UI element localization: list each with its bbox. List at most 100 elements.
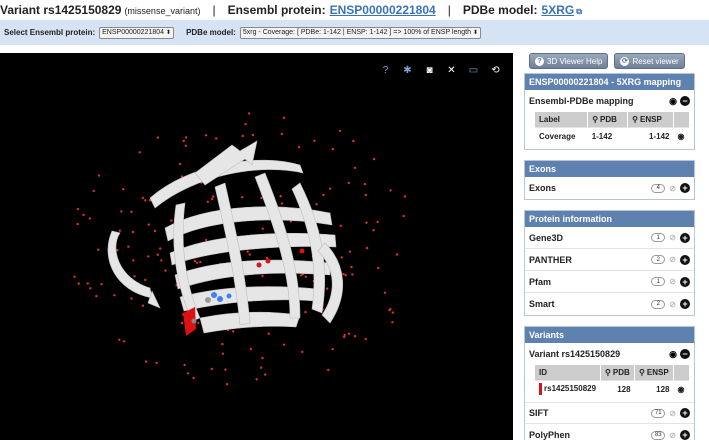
water-dot [89, 287, 92, 290]
select-arrows-icon: ⬍ [473, 30, 479, 36]
pin-icon: ⚲ [605, 367, 611, 377]
collapse-icon[interactable]: − [680, 96, 690, 106]
exons-row: Exons 4 ⊘ + [525, 177, 694, 199]
water-dot [197, 321, 200, 325]
water-dot [351, 273, 354, 276]
water-dot [301, 350, 304, 354]
water-dot [131, 230, 135, 234]
water-dot [113, 294, 116, 297]
water-dot [313, 139, 316, 142]
protein-row-smart: Smart 2 ⊘ + [525, 293, 694, 315]
smart-count: 2 [651, 299, 666, 309]
coverage-ensp: 1-142 [627, 126, 674, 145]
water-dot [130, 210, 133, 213]
water-dot [328, 187, 332, 190]
ensembl-protein-link[interactable]: ENSP00000221804 [330, 3, 436, 17]
variant-pdb: 128 [600, 379, 635, 398]
mapping-title: ENSP00000221804 - 5XRG mapping [525, 74, 694, 90]
eye-icon[interactable]: ◉ [673, 126, 690, 145]
sift-row: SIFT 71 ⊘ + [525, 402, 694, 424]
select-arrows-icon: ⬍ [166, 30, 172, 36]
water-dot [195, 261, 199, 264]
water-dot [132, 259, 135, 262]
polyphen-count: 83 [651, 430, 666, 440]
water-dot [255, 378, 258, 381]
eye-slash-icon[interactable]: ⊘ [669, 431, 676, 440]
expand-icon[interactable]: + [680, 254, 690, 265]
ensembl-protein: Ensembl protein: ENSP00000221804 [228, 3, 436, 17]
water-dot [159, 247, 162, 250]
variant-label: Variant rs1425150829 [0, 3, 122, 17]
model-select-label: PDBe model: [186, 28, 236, 37]
water-dot [156, 136, 159, 139]
pdbe-model-link[interactable]: 5XRG [542, 3, 575, 17]
variant-color-marker [539, 383, 542, 396]
expand-icon[interactable]: + [680, 408, 690, 418]
sift-count: 71 [651, 408, 666, 418]
protein-row-panther: PANTHER 2 ⊘ + [525, 249, 694, 271]
water-dot [347, 181, 350, 185]
water-dot [141, 304, 145, 307]
selector-bar: Select Ensembl protein: ENSP00000221804 … [0, 20, 709, 45]
water-dot [261, 274, 264, 278]
water-dot [138, 151, 141, 154]
expand-icon[interactable]: + [680, 232, 690, 243]
water-dot [141, 196, 144, 200]
collapse-icon[interactable]: − [680, 349, 690, 359]
eye-slash-icon[interactable]: ⊘ [669, 277, 676, 286]
eye-slash-icon[interactable]: ⊘ [669, 255, 676, 264]
water-dot [221, 352, 225, 355]
water-dot [144, 278, 147, 282]
eye-slash-icon[interactable]: ⊘ [669, 300, 676, 309]
expand-icon[interactable]: + [680, 430, 690, 440]
viewer-help-button[interactable]: ? 3D Viewer Help [529, 53, 609, 69]
water-dot [389, 189, 392, 192]
col-ensp: ⚲ ENSP [634, 365, 674, 380]
expand-icon[interactable]: + [680, 276, 690, 287]
exons-label: Exons [529, 183, 557, 193]
water-dot [193, 259, 197, 263]
water-dot [82, 213, 85, 217]
refresh-icon: ⟳ [620, 56, 630, 66]
model-select[interactable]: 5xrg - Coverage: [ PDBe: 1-142 | ENSP: 1… [239, 26, 482, 39]
page-header: Variant rs1425150829 (missense_variant) … [0, 0, 709, 20]
table-row: Coverage 1-142 1-142 ◉ [535, 126, 690, 145]
water-dot [331, 147, 335, 151]
water-dot [95, 294, 98, 298]
protein-select[interactable]: ENSP00000221804 ⬍ [99, 26, 175, 39]
eye-icon[interactable]: ◉ [669, 96, 677, 107]
eye-slash-icon[interactable]: ⊘ [669, 184, 676, 193]
water-dot [260, 366, 263, 369]
water-dot [178, 162, 182, 166]
water-dot [353, 335, 357, 338]
water-dot [210, 367, 213, 371]
water-dot [395, 253, 399, 256]
water-dot [364, 193, 367, 197]
3d-viewer[interactable]: ? ✱ ◙ ✕ ▭ ⟲ [0, 53, 513, 440]
expand-icon[interactable]: + [680, 299, 690, 309]
water-dot [326, 287, 329, 290]
water-dot [170, 219, 173, 222]
reset-viewer-button[interactable]: ⟳ Reset viewer [614, 53, 685, 69]
viewer-help-label: 3D Viewer Help [547, 56, 603, 66]
water-dot [155, 361, 158, 365]
water-dot [224, 368, 227, 371]
water-dot [204, 134, 208, 137]
water-dot [376, 220, 379, 224]
variant-ensp: 128 [634, 379, 674, 398]
eye-icon[interactable]: ◉ [669, 349, 677, 360]
variant-sub-row: Variant rs1425150829 ◉ − [525, 343, 694, 365]
water-dot [363, 182, 367, 186]
eye-icon[interactable]: ◉ [673, 379, 690, 398]
water-dot [73, 275, 76, 278]
sift-label: SIFT [529, 408, 549, 418]
model-select-value: 5xrg - Coverage: [ PDBe: 1-142 | ENSP: 1… [242, 29, 472, 36]
expand-icon[interactable]: + [680, 183, 690, 193]
beta-sheet-ribbons [107, 140, 343, 334]
water-dot [247, 112, 251, 115]
right-panel: ? 3D Viewer Help ⟳ Reset viewer ENSP0000… [524, 53, 695, 440]
water-dot [402, 214, 405, 218]
eye-slash-icon[interactable]: ⊘ [669, 233, 676, 242]
external-link-icon[interactable]: ⧉ [576, 7, 582, 17]
eye-slash-icon[interactable]: ⊘ [669, 409, 676, 418]
